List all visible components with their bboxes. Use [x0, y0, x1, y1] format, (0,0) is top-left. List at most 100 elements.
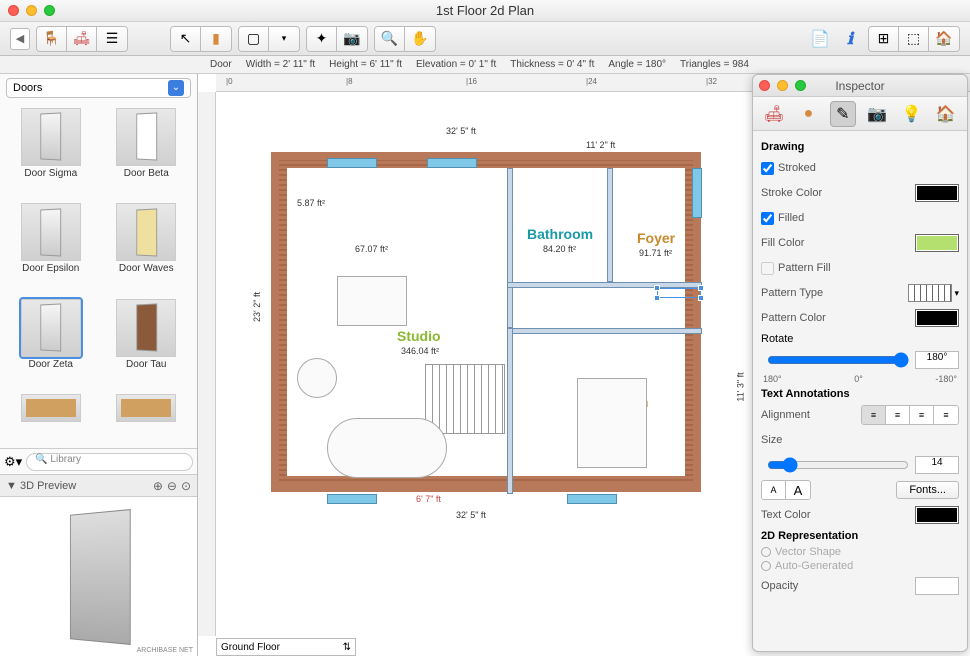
pointer-tool-button[interactable]: ↖	[171, 27, 201, 51]
window[interactable]	[567, 494, 617, 504]
inspector-tab-camera[interactable]: 📷	[864, 101, 890, 127]
selected-door[interactable]	[657, 288, 701, 298]
inspector-tab-object[interactable]: 🛋	[761, 101, 787, 127]
interior-wall[interactable]	[507, 168, 513, 328]
library-item[interactable]: Door Zeta	[4, 297, 98, 390]
filled-checkbox[interactable]	[761, 212, 774, 225]
stroke-color-swatch[interactable]	[915, 184, 959, 202]
camera-tool-button[interactable]: 📷	[337, 27, 367, 51]
export-button[interactable]: 📄	[808, 27, 832, 51]
fonts-button[interactable]: Fonts...	[896, 481, 959, 499]
alignment-label: Alignment	[761, 409, 810, 421]
align-center-button[interactable]: ≡	[886, 406, 910, 424]
furniture-sofa[interactable]	[327, 418, 447, 478]
window[interactable]	[327, 494, 377, 504]
interior-wall[interactable]	[607, 168, 613, 282]
library-search-input[interactable]: 🔍 Library	[26, 453, 193, 471]
furniture-table[interactable]	[337, 276, 407, 326]
zoom-window-button[interactable]	[44, 5, 55, 16]
font-size-up-button[interactable]: A	[786, 481, 810, 499]
zoom-out-icon[interactable]: ⊖	[167, 479, 177, 493]
wall-tool-button[interactable]: ▮	[201, 27, 231, 51]
preview-pane[interactable]: ARCHIBASE NET	[0, 496, 197, 656]
dimension-label: 32' 5" ft	[456, 510, 486, 520]
library-item[interactable]	[4, 392, 98, 444]
library-item[interactable]: Door Epsilon	[4, 201, 98, 294]
zoom-reset-icon[interactable]: ⊙	[181, 479, 191, 493]
chevron-down-icon: ▾	[282, 33, 287, 44]
view-split-button[interactable]: 🏠	[929, 27, 959, 51]
measure-tool-button[interactable]: ✦	[307, 27, 337, 51]
library-item[interactable]: Door Waves	[100, 201, 194, 294]
section-2d-rep: 2D Representation	[761, 530, 959, 542]
window[interactable]	[327, 158, 377, 168]
interior-wall[interactable]	[507, 328, 702, 334]
stroked-checkbox[interactable]	[761, 162, 774, 175]
inspector-zoom-button[interactable]	[795, 80, 806, 91]
text-color-swatch[interactable]	[915, 506, 959, 524]
library-sofa-button[interactable]: 🛋	[67, 27, 97, 51]
size-slider[interactable]	[767, 457, 909, 473]
rotate-slider[interactable]	[767, 352, 909, 368]
zoom-in-icon[interactable]: ⊕	[153, 479, 163, 493]
size-input[interactable]: 14	[915, 456, 959, 474]
room-area-foyer: 91.71 ft²	[639, 248, 672, 258]
align-right-button[interactable]: ≡	[910, 406, 934, 424]
floor-selector[interactable]: Ground Floor ⇅	[216, 638, 356, 656]
minimize-window-button[interactable]	[26, 5, 37, 16]
inspector-close-button[interactable]	[759, 80, 770, 91]
auto-generated-radio: Auto-Generated	[761, 560, 959, 572]
search-icon: 🔍	[35, 454, 47, 465]
chevron-down-icon[interactable]: ▾	[954, 288, 959, 299]
library-item[interactable]: Door Beta	[100, 106, 194, 199]
shape-tool-button[interactable]: ▢	[239, 27, 269, 51]
inspector-tab-drawing[interactable]: ✎	[830, 101, 856, 127]
rotate-input[interactable]: 180°	[915, 351, 959, 369]
inspector-tab-material[interactable]: ●	[795, 101, 821, 127]
inspector-tab-building[interactable]: 🏠	[933, 101, 959, 127]
opacity-input[interactable]	[915, 577, 959, 595]
zoom-tool-button[interactable]: 🔍	[375, 27, 405, 51]
library-list-button[interactable]: ☰	[97, 27, 127, 51]
interior-wall[interactable]	[507, 328, 513, 494]
nav-back-button[interactable]: ◀	[10, 28, 30, 50]
font-size-down-button[interactable]: A	[762, 481, 786, 499]
align-left-button[interactable]: ≡	[862, 406, 886, 424]
library-furniture-button[interactable]: 🪑	[37, 27, 67, 51]
inspector-tab-light[interactable]: 💡	[898, 101, 924, 127]
view-2d-button[interactable]: ⊞	[869, 27, 899, 51]
stairs[interactable]	[425, 364, 505, 434]
library-sidebar: Doors ⌄ Door Sigma Door Beta Door Epsilo…	[0, 74, 198, 656]
alignment-segmented: ≡ ≡ ≡ ≡	[861, 405, 959, 425]
furniture-chair[interactable]	[297, 358, 337, 398]
library-item[interactable]: Door Sigma	[4, 106, 98, 199]
pan-tool-button[interactable]: ✋	[405, 27, 435, 51]
fill-color-swatch[interactable]	[915, 234, 959, 252]
stroke-color-label: Stroke Color	[761, 187, 822, 199]
library-item[interactable]	[100, 392, 194, 444]
preview-header[interactable]: ▼ 3D Preview ⊕ ⊖ ⊙	[0, 474, 197, 496]
window[interactable]	[692, 168, 702, 218]
align-justify-button[interactable]: ≡	[934, 406, 958, 424]
gear-icon[interactable]: ⚙▾	[4, 454, 22, 470]
inspector-minimize-button[interactable]	[777, 80, 788, 91]
close-window-button[interactable]	[8, 5, 19, 16]
pattern-color-swatch[interactable]	[915, 309, 959, 327]
window[interactable]	[427, 158, 477, 168]
category-label: Doors	[13, 82, 42, 94]
magnifier-icon: 🔍	[381, 30, 398, 47]
view-2d-icon: ⊞	[878, 30, 890, 47]
rotate-label: Rotate	[761, 333, 959, 345]
shape-dropdown-button[interactable]: ▾	[269, 27, 299, 51]
info-button[interactable]: ℹ	[838, 27, 862, 51]
pattern-fill-checkbox	[761, 262, 774, 275]
library-item-label: Door Beta	[100, 168, 194, 179]
furniture-bed[interactable]	[577, 378, 647, 468]
disclosure-icon: ▼	[6, 480, 17, 492]
info-width: 2' 11" ft	[283, 59, 316, 70]
pattern-type-swatch[interactable]	[908, 284, 952, 302]
library-item[interactable]: Door Tau	[100, 297, 194, 390]
category-dropdown[interactable]: Doors ⌄	[6, 78, 191, 98]
view-3d-button[interactable]: ⬚	[899, 27, 929, 51]
vector-shape-radio: Vector Shape	[761, 546, 959, 558]
